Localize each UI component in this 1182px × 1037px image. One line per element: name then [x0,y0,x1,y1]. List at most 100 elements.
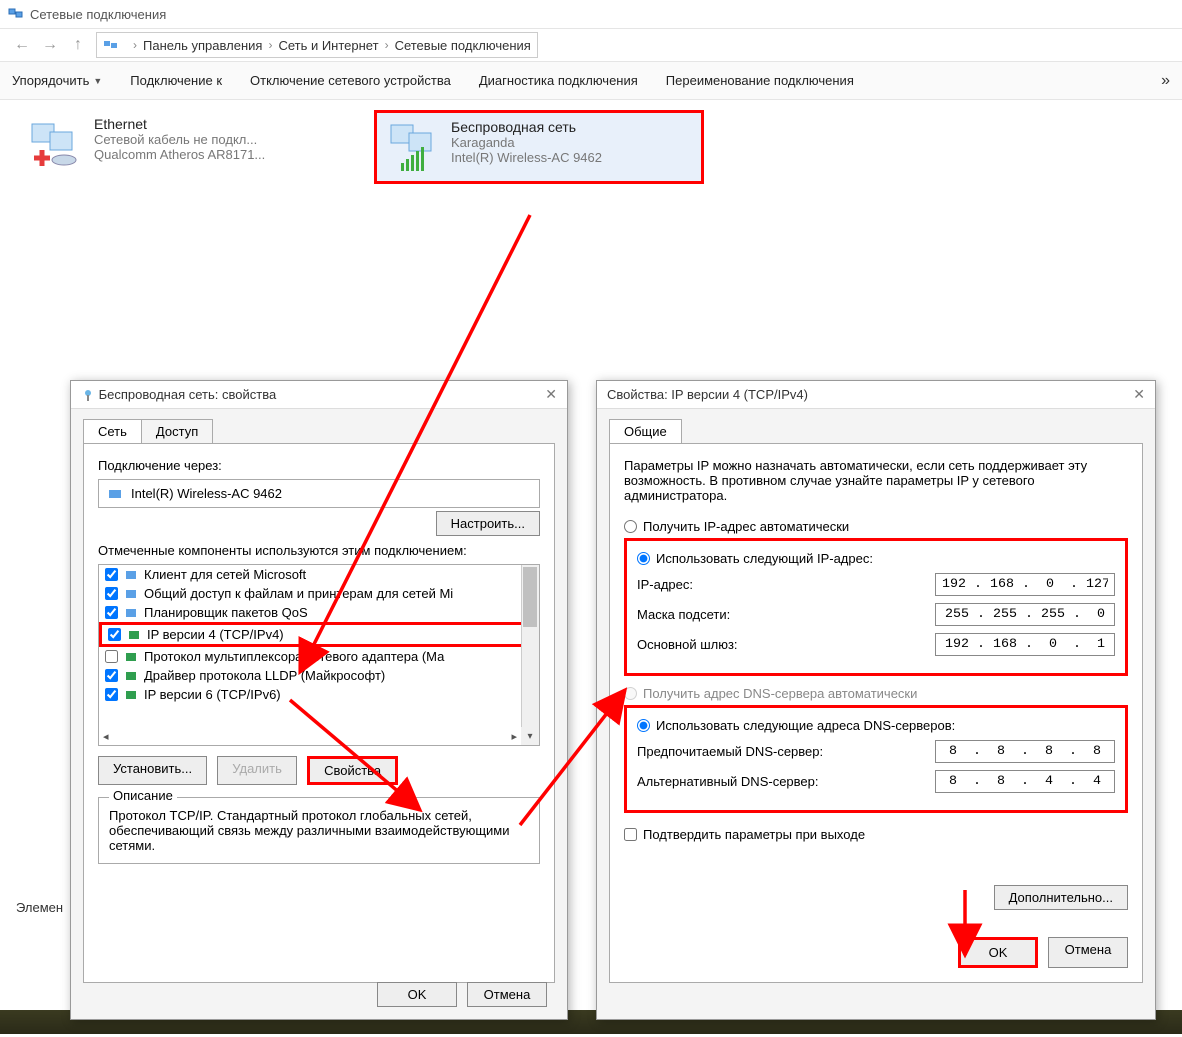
component-icon [124,606,140,620]
component-checkbox[interactable] [105,606,118,619]
dialog-adapter-properties: Беспроводная сеть: свойства ✕ Сеть Досту… [70,380,568,1020]
toolbar-organize[interactable]: Упорядочить ▼ [12,73,102,88]
button-strip: Установить... Удалить Свойства [98,756,540,785]
connection-item-wifi[interactable]: Беспроводная сеть Karaganda Intel(R) Wir… [374,110,704,184]
toolbar-more[interactable]: » [1161,72,1170,90]
radio-label: Использовать следующие адреса DNS-сервер… [656,718,955,733]
ok-button[interactable]: OK [958,937,1038,968]
ip-address-input[interactable] [935,573,1115,596]
toolbar-disable[interactable]: Отключение сетевого устройства [250,73,451,88]
scroll-right-icon[interactable]: ▸ [511,730,517,743]
component-row[interactable]: Планировщик пакетов QoS [99,603,539,622]
component-icon [124,650,140,664]
components-label: Отмеченные компоненты используются этим … [98,543,540,558]
dialog-titlebar: Свойства: IP версии 4 (TCP/IPv4) ✕ [597,381,1155,409]
connection-ssid: Karaganda [451,135,602,150]
component-row[interactable]: Драйвер протокола LLDP (Майкрософт) [99,666,539,685]
dialog-ipv4-properties: Свойства: IP версии 4 (TCP/IPv4) ✕ Общие… [596,380,1156,1020]
radio-auto-dns: Получить адрес DNS-сервера автоматически [624,686,1128,701]
component-label: IP версии 6 (TCP/IPv6) [144,687,281,702]
scroll-down-icon[interactable]: ▾ [521,727,539,745]
component-label: IP версии 4 (TCP/IPv4) [147,627,284,642]
breadcrumb-item[interactable]: Сеть и Интернет [278,38,378,53]
forward-button[interactable]: → [36,31,64,59]
components-list[interactable]: Клиент для сетей Microsoft Общий доступ … [98,564,540,746]
connection-name: Беспроводная сеть [451,119,602,135]
breadcrumb[interactable]: › Панель управления › Сеть и Интернет › … [96,32,538,58]
tab-general[interactable]: Общие [609,419,682,443]
tab-body: Параметры IP можно назначать автоматичес… [609,443,1143,983]
scroll-left-icon[interactable]: ◂ [103,730,109,743]
toolbar-rename[interactable]: Переименование подключения [666,73,854,88]
breadcrumb-item[interactable]: Сетевые подключения [395,38,531,53]
tab-access[interactable]: Доступ [141,419,213,443]
tabs: Сеть Доступ [83,419,567,443]
cancel-button[interactable]: Отмена [1048,937,1128,968]
toolbar-connect[interactable]: Подключение к [130,73,222,88]
install-button[interactable]: Установить... [98,756,207,785]
cancel-button[interactable]: Отмена [467,982,547,1007]
radio-manual-dns[interactable]: Использовать следующие адреса DNS-сервер… [637,718,1115,733]
confirm-on-exit[interactable]: Подтвердить параметры при выходе [624,827,1128,842]
back-button[interactable]: ← [8,31,36,59]
component-checkbox[interactable] [105,568,118,581]
component-checkbox[interactable] [105,688,118,701]
radio-input[interactable] [624,520,637,533]
component-row[interactable]: Общий доступ к файлам и принтерам для се… [99,584,539,603]
dns1-input[interactable] [935,740,1115,763]
status-text: Элемен [16,900,63,915]
dns2-label: Альтернативный DNS-сервер: [637,774,819,789]
description-legend: Описание [109,788,177,803]
gateway-label: Основной шлюз: [637,637,738,652]
component-checkbox[interactable] [105,650,118,663]
scrollbar-thumb[interactable] [523,567,537,627]
close-button[interactable]: ✕ [545,386,557,403]
tab-network[interactable]: Сеть [83,419,142,443]
dns2-input[interactable] [935,770,1115,793]
component-checkbox[interactable] [105,587,118,600]
mask-input[interactable] [935,603,1115,626]
radio-input[interactable] [637,719,650,732]
radio-auto-ip[interactable]: Получить IP-адрес автоматически [624,519,1128,534]
nic-icon [107,487,125,501]
navbar: ← → ↑ › Панель управления › Сеть и Интер… [0,28,1182,62]
manual-ip-group: Использовать следующий IP-адрес: IP-адре… [624,538,1128,676]
radio-manual-ip[interactable]: Использовать следующий IP-адрес: [637,551,1115,566]
component-checkbox[interactable] [108,628,121,641]
connection-item-ethernet[interactable]: Ethernet Сетевой кабель не подкл... Qual… [20,110,350,178]
intro-text: Параметры IP можно назначать автоматичес… [624,458,1128,503]
ok-button[interactable]: OK [377,982,457,1007]
dialog-title: Беспроводная сеть: свойства [99,387,277,402]
gateway-input[interactable] [935,633,1115,656]
component-row-ipv4[interactable]: IP версии 4 (TCP/IPv4) [99,622,539,647]
properties-button[interactable]: Свойства [307,756,398,785]
component-label: Клиент для сетей Microsoft [144,567,306,582]
advanced-button[interactable]: Дополнительно... [994,885,1128,910]
radio-label: Получить IP-адрес автоматически [643,519,849,534]
configure-button[interactable]: Настроить... [436,511,540,536]
component-row[interactable]: Протокол мультиплексора сетевого адаптер… [99,647,539,666]
breadcrumb-sep: › [268,38,272,52]
mask-row: Маска подсети: [637,603,1115,626]
confirm-checkbox[interactable] [624,828,637,841]
component-label: Общий доступ к файлам и принтерам для се… [144,586,453,601]
breadcrumb-item[interactable]: Панель управления [143,38,262,53]
component-label: Протокол мультиплексора сетевого адаптер… [144,649,444,664]
up-button[interactable]: ↑ [64,31,92,59]
connect-via-label: Подключение через: [98,458,540,473]
component-checkbox[interactable] [105,669,118,682]
radio-input[interactable] [637,552,650,565]
component-row[interactable]: Клиент для сетей Microsoft [99,565,539,584]
dialog-bottom-buttons: OK Отмена [958,937,1128,968]
close-button[interactable]: ✕ [1133,386,1145,403]
radio-input [624,687,637,700]
component-label: Планировщик пакетов QoS [144,605,308,620]
toolbar-diagnose[interactable]: Диагностика подключения [479,73,638,88]
component-row[interactable]: IP версии 6 (TCP/IPv6) [99,685,539,704]
dns2-row: Альтернативный DNS-сервер: [637,770,1115,793]
dialog-title: Свойства: IP версии 4 (TCP/IPv4) [607,387,808,402]
component-icon [127,628,143,642]
scrollbar[interactable]: ▾ [521,565,539,745]
component-icon [124,688,140,702]
adapter-field: Intel(R) Wireless-AC 9462 [98,479,540,508]
